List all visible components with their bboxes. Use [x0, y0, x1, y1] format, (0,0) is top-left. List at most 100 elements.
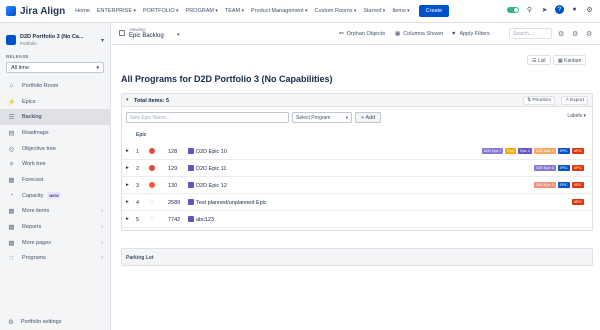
backlog-icon: ☰: [8, 114, 15, 122]
settings-icon[interactable]: ⚙: [585, 5, 594, 14]
table-row[interactable]: ▸ 2 129 D2D Epic 11 D2D Epic 5 EPIC APIC: [122, 160, 592, 177]
row-rank: 2: [136, 166, 140, 172]
collapse-icon[interactable]: ▾: [126, 97, 129, 103]
expand-icon[interactable]: ▸: [126, 148, 129, 154]
nav-program[interactable]: PROGRAM: [186, 8, 218, 14]
sidebar-item-objective-tree[interactable]: ◎ Objective tree: [0, 141, 110, 157]
expand-icon[interactable]: ▸: [126, 165, 129, 171]
sidebar-item-label: Programs: [22, 255, 46, 262]
epic-id: 129: [168, 166, 178, 172]
star-icon: ☆: [149, 199, 155, 205]
export-label: Export: [570, 98, 584, 103]
epic-name-link[interactable]: Test planned/unplanned Epic: [196, 200, 267, 206]
epic-name-link[interactable]: D2D Epic 11: [196, 166, 226, 172]
portfolio-type: Portfolio: [20, 41, 37, 46]
expand-icon[interactable]: ▸: [126, 182, 129, 188]
chevron-right-icon: ›: [101, 255, 103, 262]
sidebar-item-backlog[interactable]: ☰ Backlog: [0, 109, 110, 126]
sidebar-item-more-pages[interactable]: ▩ More pages ›: [0, 235, 110, 251]
table-row[interactable]: ▸ 3 130 D2D Epic 12 D2D Epic 5 EPIC APIC: [122, 177, 592, 194]
nav-enterprise[interactable]: ENTERPRISE: [97, 8, 136, 14]
epic-icon: [188, 199, 194, 205]
nav-product-management[interactable]: Product Management: [251, 8, 308, 14]
nav-team[interactable]: TEAM: [225, 8, 244, 14]
toggle-switch[interactable]: [507, 6, 519, 13]
settings-icon[interactable]: ⚙: [572, 30, 578, 38]
chevron-right-icon: ›: [101, 224, 103, 231]
sidebar-item-more-items[interactable]: ▦ More items ›: [0, 204, 110, 220]
epic-name-link[interactable]: D2D Epic 12: [196, 183, 227, 189]
list-view-button[interactable]: ☰ List: [527, 55, 551, 65]
sidebar-item-label: Capacity: [22, 192, 44, 199]
nav-home[interactable]: Home: [75, 8, 90, 14]
top-navigation: Jira Align Home ENTERPRISE PORTFOLIO PRO…: [0, 0, 600, 23]
nav-portfolio[interactable]: PORTFOLIO: [143, 8, 179, 14]
expand-icon[interactable]: ▸: [126, 199, 129, 205]
add-button[interactable]: + Add: [355, 112, 382, 123]
orphan-icon: ⚯: [339, 31, 344, 37]
nav-starred[interactable]: Starred: [363, 8, 385, 14]
release-select[interactable]: All time ▾: [6, 62, 104, 73]
gear-icon[interactable]: ⚙: [586, 30, 592, 38]
sidebar-item-roadmaps[interactable]: ▤ Roadmaps: [0, 125, 110, 141]
columns-shown-button[interactable]: ▦ Columns Shown: [395, 31, 443, 37]
portfolio-settings-label: Portfolio settings: [20, 319, 62, 325]
programs-icon: ∷: [9, 255, 14, 263]
sidebar-item-portfolio-room[interactable]: ⌂ Portfolio Room: [0, 78, 110, 94]
sidebar-item-work-tree[interactable]: ≡ Work tree: [0, 156, 110, 172]
roadmap-icon: ▤: [8, 129, 15, 137]
orphan-objects-button[interactable]: ⚯ Orphan Objects: [339, 31, 385, 37]
kanban-view-button[interactable]: ▦ Kanban: [553, 55, 587, 65]
sidebar: D2D Portfolio 3 (No Ca... Portfolio ▾ RE…: [0, 23, 111, 330]
sidebar-item-reports[interactable]: ▩ Reports ›: [0, 219, 110, 235]
chevron-down-icon[interactable]: ▾: [101, 37, 104, 44]
help-icon[interactable]: ?: [555, 5, 564, 14]
sidebar-item-label: Roadmaps: [22, 129, 49, 136]
user-icon[interactable]: ●: [570, 5, 579, 14]
chevron-down-icon[interactable]: ▾: [177, 32, 180, 38]
search-input[interactable]: Search...: [509, 28, 552, 39]
home-icon: ⌂: [9, 82, 14, 90]
chevron-down-icon: ▾: [96, 65, 99, 71]
page-toolbar: Viewing: Epic Backlog ▾ ⚯ Orphan Objects …: [111, 23, 600, 45]
sidebar-item-forecast[interactable]: ▦ Forecast: [0, 172, 110, 188]
filter-icon: ▼: [451, 31, 457, 37]
portfolio-header[interactable]: D2D Portfolio 3 (No Ca... Portfolio ▾: [0, 23, 110, 46]
epic-name-link[interactable]: abc123: [196, 217, 214, 223]
parking-lot[interactable]: Parking Lot: [121, 248, 593, 266]
sidebar-item-capacity[interactable]: ◔ Capacity NEW: [0, 188, 110, 204]
search-icon[interactable]: ⚲: [525, 5, 534, 14]
nav-items[interactable]: Items: [392, 8, 409, 14]
table-row[interactable]: ▸ 4 ☆ 2589 Test planned/unplanned Epic APIC: [122, 194, 592, 211]
orphan-objects-label: Orphan Objects: [346, 31, 386, 37]
nav-custom-rooms[interactable]: Custom Rooms: [315, 8, 357, 14]
table-row[interactable]: ▸ 5 ☆ 7742 abc123: [122, 211, 592, 228]
sidebar-item-label: More pages: [22, 239, 52, 246]
expand-icon[interactable]: ▸: [126, 216, 129, 222]
table-row[interactable]: ▸ 1 128 D2D Epic 10 D2D Epic 7 Epic Epic 2 D2D …: [122, 143, 592, 160]
sidebar-item-epics[interactable]: ⚡ Epics: [0, 94, 110, 110]
select-program-dropdown[interactable]: Select Program ▾: [292, 112, 352, 123]
prioritize-label: Prioritize: [532, 98, 551, 103]
list-view-label: List: [537, 58, 546, 64]
new-epic-input[interactable]: New Epic Name...: [126, 112, 289, 123]
labels-dropdown[interactable]: Labels ▾: [567, 113, 586, 119]
portfolio-settings-link[interactable]: ⚙ Portfolio settings: [8, 318, 62, 326]
epic-name-link[interactable]: D2D Epic 10: [196, 149, 227, 155]
row-rank: 5: [136, 217, 140, 223]
apply-filters-button[interactable]: ▼ Apply Filters: [451, 31, 490, 37]
tag-badge: APIC: [571, 165, 584, 171]
tag-badge: EPIC: [557, 182, 570, 188]
viewing-label: Viewing:: [129, 27, 146, 32]
jira-align-logo[interactable]: Jira Align: [6, 6, 65, 17]
create-button[interactable]: Create: [418, 5, 450, 17]
gear-icon[interactable]: ⚙: [558, 30, 564, 38]
prioritize-button[interactable]: ⇅ Prioritize: [522, 96, 555, 105]
release-value: All time: [11, 65, 30, 71]
release-label: RELEASE: [6, 54, 29, 59]
view-selector[interactable]: Epic Backlog: [129, 33, 164, 39]
export-button[interactable]: ↗ Export: [560, 96, 588, 105]
sidebar-item-programs[interactable]: ∷ Programs ›: [0, 251, 110, 267]
rocket-icon[interactable]: ➤: [540, 5, 549, 14]
objective-icon: ◎: [8, 145, 15, 153]
